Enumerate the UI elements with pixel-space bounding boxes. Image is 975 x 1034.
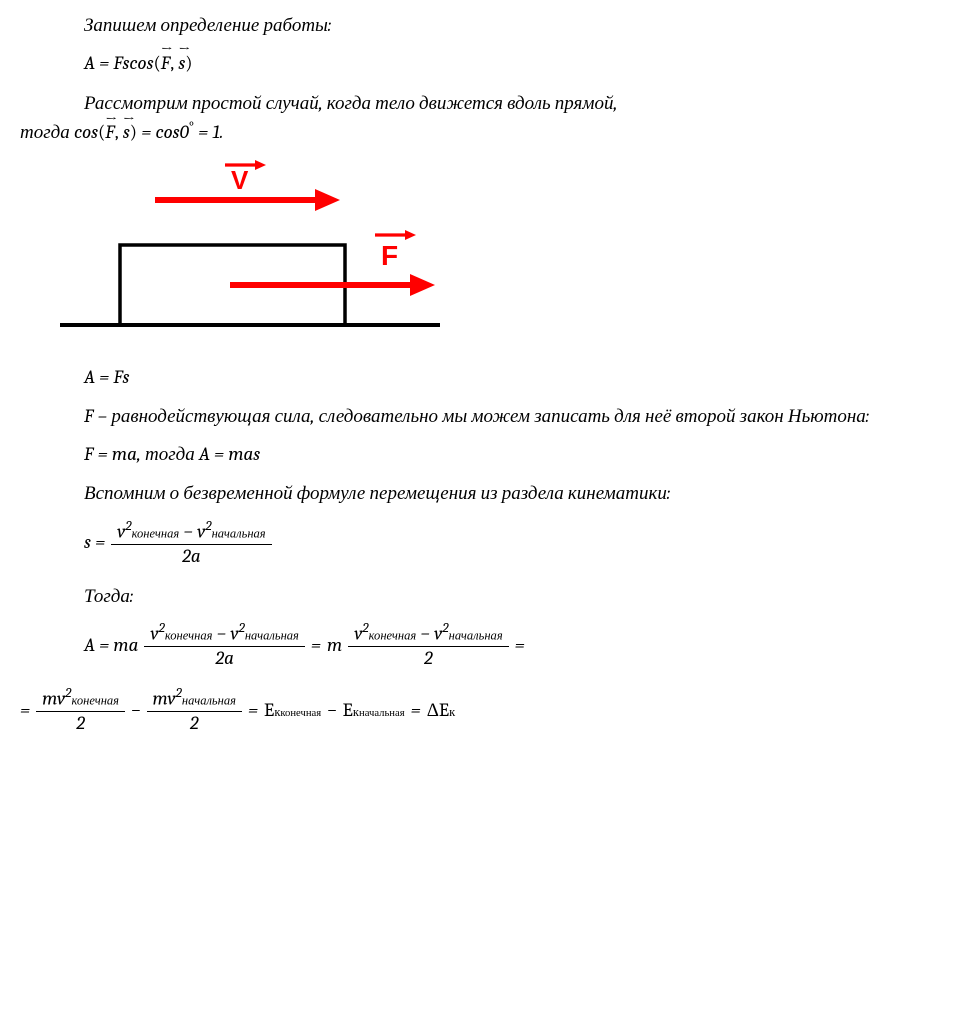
diagram-label-V: V <box>231 165 249 195</box>
eq6-eq1: = <box>248 697 258 725</box>
p2b-pre: тогда <box>20 121 74 143</box>
equation-displacement: s = v2конечная − v2начальная 2a <box>20 518 955 569</box>
force-velocity-diagram: V F <box>60 155 955 354</box>
eq6-Ek-ini: Eкначальная <box>343 697 405 725</box>
eq5-A-eq-ma: A = ma <box>84 632 138 660</box>
diagram-svg: V F <box>60 155 440 345</box>
p2b-deg: ° <box>189 120 194 135</box>
paragraph-simple-case-l1: Рассмотрим простой случай, когда тело дв… <box>20 90 955 118</box>
p2b-eq: = <box>137 121 155 143</box>
eq4-num-v1-sub: конечная <box>132 527 180 541</box>
p2b-zero: 0 <box>180 121 189 143</box>
p2b-cos0: cos <box>155 121 179 143</box>
equation-work-final: = mv2конечная 2 − mv2начальная 2 = Eккон… <box>20 685 955 736</box>
eq6-minus2: − <box>327 697 337 725</box>
eq5-tail-eq: = <box>515 632 525 660</box>
eq1-vec-s: s <box>178 50 185 78</box>
paragraph-intro: Запишем определение работы: <box>20 12 955 40</box>
equation-Fma-Amas: F = ma, тогда A = mas <box>20 441 955 469</box>
p2b-vec-F: F <box>105 119 114 147</box>
eq5-m: m <box>327 632 342 660</box>
eq5-eq1: = <box>311 632 321 660</box>
p2b-eq2: = 1. <box>194 121 223 143</box>
paragraph-simple-case-l2: тогда cos(F, s) = cos0° = 1. <box>20 119 955 147</box>
eq4-minus: − <box>183 520 197 542</box>
eq6-Ek-fin: Eкконечная <box>264 697 321 725</box>
eq1-vec-F: F <box>161 50 170 78</box>
paragraph-kinematics: Вспомним о безвременной формуле перемеще… <box>20 480 955 508</box>
equation-A-Fs: A = Fs <box>20 364 955 392</box>
equation-work-expanded: A = ma v2конечная − v2начальная 2a = m v… <box>20 620 955 671</box>
equation-work-definition: A = Fscos(F, s) <box>20 50 955 78</box>
eq4-den: 2a <box>111 545 271 569</box>
eq1-lparen: ( <box>154 52 161 74</box>
eq4-num-v2-sub: начальная <box>212 527 266 541</box>
paragraph-then: Тогда: <box>20 583 955 611</box>
p2b-vec-s: s <box>123 119 130 147</box>
eq1-lhs: A = Fs <box>84 50 129 78</box>
eq6-lead-eq: = <box>20 697 30 725</box>
paragraph-newton: F – равнодействующая сила, следовательно… <box>20 403 955 431</box>
eq6-dEk: ΔEк <box>427 697 456 725</box>
eq6-minus: − <box>131 697 141 725</box>
eq6-eq2: = <box>411 697 421 725</box>
p2b-cos: cos <box>74 121 98 143</box>
diagram-label-F: F <box>381 240 398 271</box>
eq4-s-eq: s = <box>84 529 105 557</box>
eq1-cos: cos <box>129 50 153 78</box>
